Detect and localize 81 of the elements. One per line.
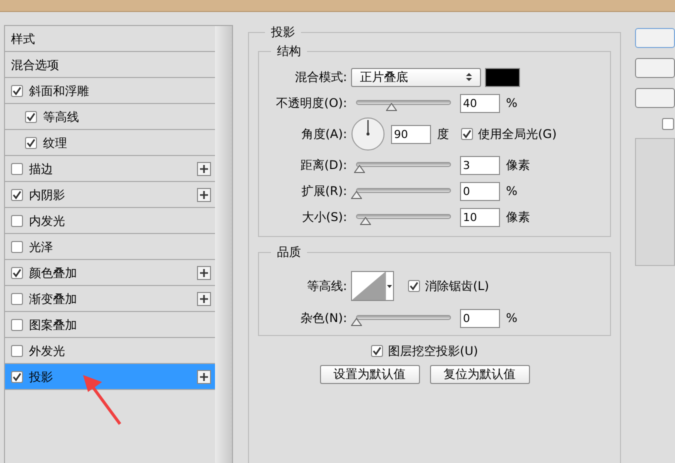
group-title: 品质 bbox=[271, 244, 307, 260]
slider-track[interactable] bbox=[351, 162, 451, 174]
unit-label: 像素 bbox=[506, 209, 530, 226]
value-field[interactable]: 40 bbox=[460, 94, 500, 112]
slider-thumb[interactable] bbox=[354, 164, 365, 172]
unit-label: % bbox=[506, 95, 518, 112]
value-field[interactable]: 0 bbox=[460, 182, 500, 200]
field-label: 角度(A): bbox=[300, 126, 348, 143]
slider-track[interactable] bbox=[351, 314, 451, 326]
checkbox[interactable] bbox=[11, 240, 23, 252]
checkbox-label: 使用全局光(G) bbox=[478, 126, 557, 143]
checkbox[interactable] bbox=[25, 110, 37, 122]
field-label: 杂色(N): bbox=[300, 310, 348, 327]
checkbox[interactable] bbox=[11, 344, 23, 356]
style-label: 光泽 bbox=[29, 238, 53, 256]
value-field[interactable]: 0 bbox=[460, 308, 500, 328]
slider-thumb[interactable] bbox=[360, 216, 371, 224]
updown-icon bbox=[466, 72, 472, 82]
plus-icon[interactable] bbox=[197, 292, 211, 306]
slider-thumb[interactable] bbox=[351, 318, 362, 326]
field-label: 扩展(R): bbox=[300, 183, 348, 200]
style-label: 描边 bbox=[29, 160, 53, 178]
contour-picker[interactable] bbox=[351, 271, 394, 301]
style-label: 斜面和浮雕 bbox=[29, 82, 89, 100]
slider-thumb[interactable] bbox=[351, 190, 362, 198]
unit-label: 度 bbox=[437, 126, 449, 143]
contour-curve-icon bbox=[352, 272, 385, 300]
style-label: 外发光 bbox=[29, 342, 65, 360]
value-field[interactable]: 10 bbox=[460, 208, 500, 226]
style-label: 图案叠加 bbox=[29, 316, 77, 334]
checkbox[interactable] bbox=[11, 84, 23, 96]
dialog-button[interactable] bbox=[635, 58, 675, 78]
field-label: 距离(D): bbox=[299, 157, 348, 174]
annotation-arrow bbox=[82, 374, 122, 426]
unit-label: 像素 bbox=[506, 157, 530, 174]
checkbox[interactable] bbox=[25, 136, 37, 148]
checkbox-label: 消除锯齿(L) bbox=[425, 278, 490, 295]
default-button[interactable]: 复位为默认值 bbox=[430, 365, 530, 384]
checkbox[interactable] bbox=[11, 266, 23, 278]
checkbox[interactable] bbox=[11, 370, 23, 382]
group-title: 结构 bbox=[271, 43, 307, 59]
color-swatch[interactable] bbox=[485, 68, 520, 86]
style-label: 样式 bbox=[11, 30, 35, 48]
unit-label: % bbox=[506, 310, 518, 327]
dialog-button[interactable] bbox=[635, 88, 675, 108]
checkbox[interactable] bbox=[370, 345, 383, 357]
checkbox[interactable] bbox=[11, 318, 23, 330]
panel-title: 投影 bbox=[265, 24, 301, 40]
field-label: 等高线: bbox=[306, 278, 348, 295]
blend-mode-select[interactable]: 正片叠底 bbox=[351, 68, 481, 86]
slider-track[interactable] bbox=[351, 188, 451, 200]
field-label: 大小(S): bbox=[300, 209, 348, 226]
checkbox[interactable] bbox=[11, 292, 23, 304]
unit-label: % bbox=[506, 183, 518, 200]
plus-icon[interactable] bbox=[197, 370, 211, 384]
style-label: 颜色叠加 bbox=[29, 264, 77, 282]
style-label: 渐变叠加 bbox=[29, 290, 77, 308]
field-label: 混合模式: bbox=[294, 69, 348, 86]
default-button[interactable]: 设置为默认值 bbox=[320, 365, 420, 384]
value-field[interactable]: 3 bbox=[460, 156, 500, 174]
plus-icon[interactable] bbox=[197, 188, 211, 202]
style-label: 内阴影 bbox=[29, 186, 65, 204]
checkbox[interactable] bbox=[662, 118, 674, 130]
checkbox[interactable] bbox=[408, 280, 420, 292]
plus-icon[interactable] bbox=[197, 266, 211, 280]
style-list-item[interactable]: 投影 bbox=[5, 364, 215, 390]
style-label: 混合选项 bbox=[11, 56, 59, 74]
style-label: 纹理 bbox=[43, 134, 67, 152]
checkbox[interactable] bbox=[11, 214, 23, 226]
slider-thumb[interactable] bbox=[386, 102, 397, 110]
plus-icon[interactable] bbox=[197, 162, 211, 176]
field-label: 不透明度(O): bbox=[275, 95, 348, 112]
caret-icon bbox=[387, 284, 392, 288]
value-field[interactable]: 90 bbox=[391, 124, 431, 144]
checkbox[interactable] bbox=[11, 188, 23, 200]
checkbox[interactable] bbox=[461, 128, 473, 140]
checkbox-label: 图层挖空投影(U) bbox=[388, 343, 478, 360]
style-label: 等高线 bbox=[43, 108, 79, 126]
style-label: 内发光 bbox=[29, 212, 65, 230]
style-label: 投影 bbox=[29, 368, 53, 386]
checkbox[interactable] bbox=[11, 162, 23, 174]
